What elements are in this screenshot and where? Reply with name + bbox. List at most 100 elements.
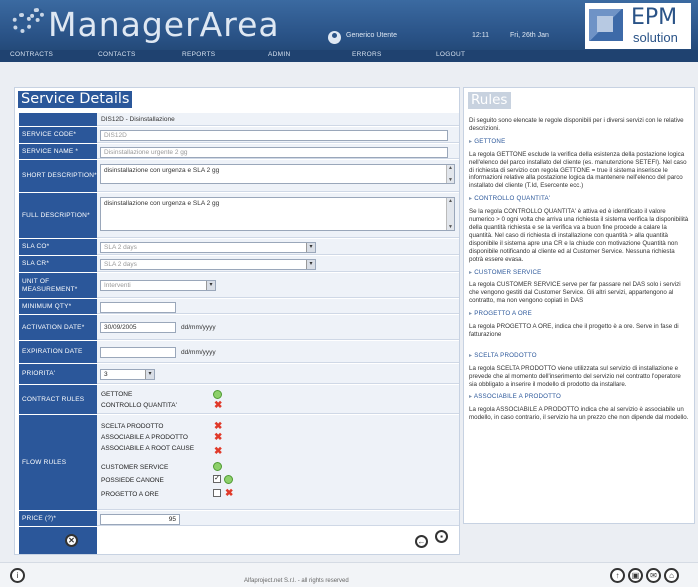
short-description-textarea[interactable]: disinstallazione con urgenza e SLA 2 gg — [100, 164, 455, 184]
short-description-label: SHORT DESCRIPTION* — [22, 172, 97, 179]
rule-associabile-root-cause: ASSOCIABILE A ROOT CAUSE — [101, 445, 195, 452]
chevron-down-icon[interactable]: ▾ — [306, 243, 315, 252]
flow-rules-row: FLOW RULES SCELTA PRODOTTO ✖ ASSOCIABILE… — [19, 415, 459, 511]
rules-panel: Rules Di seguito sono elencate le regole… — [463, 87, 695, 524]
actions-row: ← ▪ — [19, 527, 459, 554]
unit-select[interactable]: Interventi ▾ — [100, 280, 216, 291]
activation-date-row: ACTIVATION DATE* 30/09/2005 dd/mm/yyyy — [19, 315, 459, 341]
chevron-down-icon[interactable]: ▾ — [145, 370, 154, 379]
sla-cr-select[interactable]: SLA 2 days ▾ — [100, 259, 316, 270]
rule-heading-associabile-prodotto: ASSOCIABILE A PRODOTTO — [469, 393, 690, 401]
service-code-row: SERVICE CODE* DIS12D — [19, 127, 459, 144]
rule-controllo-quantita: CONTROLLO QUANTITA' — [101, 402, 177, 409]
app-header: ManagerArea Generico Utente 12:11 Fri, 2… — [0, 0, 698, 50]
sla-co-select[interactable]: SLA 2 days ▾ — [100, 242, 316, 253]
full-description-textarea[interactable]: disinstallazione con urgenza e SLA 2 gg — [100, 197, 455, 231]
rule-possiede-canone: POSSIEDE CANONE — [101, 477, 164, 484]
cross-icon: ✖ — [214, 446, 223, 457]
nav-contacts[interactable]: CONTACTS — [98, 51, 136, 58]
nav-reports[interactable]: REPORTS — [182, 51, 215, 58]
short-description-row: SHORT DESCRIPTION* disinstallazione con … — [19, 160, 459, 193]
rule-text-scelta-prodotto: La regola SCELTA PRODOTTO viene utilizza… — [469, 364, 681, 388]
sla-cr-row: SLA CR* SLA 2 days ▾ — [19, 256, 459, 273]
print-icon[interactable]: ▣ — [628, 568, 643, 583]
user-name: Generico Utente — [346, 32, 397, 39]
small-gear-logo-icon — [30, 8, 44, 22]
priority-row: PRIORITA' 3 ▾ — [19, 364, 459, 385]
short-description-text: disinstallazione con urgenza e SLA 2 gg — [104, 167, 220, 174]
price-row: PRICE (?)* 95 — [19, 511, 459, 527]
service-details-panel: Service Details DIS12D - Disinstallazion… — [14, 87, 460, 555]
possiede-canone-checkbox[interactable]: ✓ — [213, 475, 221, 483]
save-disk-icon[interactable]: ▪ — [435, 530, 448, 543]
clock-time: 12:11 — [472, 32, 489, 39]
expiration-date-input[interactable] — [100, 347, 176, 358]
sla-cr-value: SLA 2 days — [104, 261, 137, 268]
rule-text-progetto-a-ore: La regola PROGETTO A ORE, indica che il … — [469, 323, 679, 338]
expiration-date-row: EXPIRATION DATE dd/mm/yyyy — [19, 341, 459, 364]
service-code-label: SERVICE CODE* — [22, 131, 77, 138]
full-description-label: FULL DESCRIPTION* — [22, 211, 90, 219]
sla-co-value: SLA 2 days — [104, 244, 137, 251]
rules-title: Rules — [468, 92, 512, 109]
priority-select[interactable]: 3 ▾ — [100, 369, 155, 380]
service-name-row: SERVICE NAME * Disinstallazione urgente … — [19, 144, 459, 160]
rule-heading-scelta-prodotto: SCELTA PRODOTTO — [469, 352, 690, 360]
home-icon[interactable]: ⌂ — [664, 568, 679, 583]
copyright: Alfaproject.net S.r.l. - all rights rese… — [244, 578, 349, 584]
nav-contracts[interactable]: CONTRACTS — [10, 51, 53, 58]
footer: i Alfaproject.net S.r.l. - all rights re… — [0, 562, 698, 587]
info-icon[interactable]: i — [10, 568, 25, 583]
nav-errors[interactable]: ERRORS — [352, 51, 382, 58]
gear-logo-icon — [12, 13, 32, 33]
short-description-scrollbar[interactable] — [446, 165, 454, 183]
rules-intro: Di seguito sono elencate le regole dispo… — [469, 117, 684, 132]
full-description-row: FULL DESCRIPTION* disinstallazione con u… — [19, 193, 459, 239]
rule-text-gettone: La regola GETTONE esclude la verifica de… — [469, 150, 687, 190]
service-caption: DIS12D - Disinstallazione — [101, 116, 175, 123]
user-icon — [328, 31, 341, 44]
chevron-down-icon[interactable]: ▾ — [306, 260, 315, 269]
rule-scelta-prodotto: SCELTA PRODOTTO — [101, 423, 164, 430]
check-circle-icon — [213, 390, 222, 399]
price-input[interactable]: 95 — [100, 514, 180, 525]
back-arrow-icon[interactable]: ← — [415, 535, 428, 548]
nav-logout[interactable]: LOGOUT — [436, 51, 465, 58]
full-description-text: disinstallazione con urgenza e SLA 2 gg — [104, 200, 220, 207]
brand-sub: solution — [633, 30, 678, 45]
minimum-qty-input[interactable] — [100, 302, 176, 313]
sla-cr-label: SLA CR* — [22, 260, 50, 267]
rule-progetto-a-ore: PROGETTO A ORE — [101, 491, 159, 498]
rule-heading-gettone: GETTONE — [469, 138, 690, 146]
rule-text-associabile-prodotto: La regola ASSOCIABILE A PRODOTTO indica … — [469, 406, 689, 422]
contract-rules-label: CONTRACT RULES — [22, 395, 85, 403]
up-arrow-icon[interactable]: ↑ — [610, 568, 625, 583]
mail-icon[interactable]: ✉ — [646, 568, 661, 583]
chevron-down-icon[interactable]: ▾ — [206, 281, 215, 290]
service-name-input[interactable]: Disinstallazione urgente 2 gg — [100, 147, 448, 158]
expiration-date-label: EXPIRATION DATE — [22, 348, 83, 355]
contract-rules-row: CONTRACT RULES GETTONE CONTROLLO QUANTIT… — [19, 385, 459, 415]
cube-logo-icon — [589, 9, 623, 41]
current-date: Fri, 26th Jan — [510, 32, 549, 39]
cross-icon: ✖ — [214, 421, 223, 432]
app-title: ManagerArea — [48, 5, 280, 44]
rule-customer-service: CUSTOMER SERVICE — [101, 464, 169, 471]
caption-row: DIS12D - Disinstallazione — [19, 113, 459, 127]
sla-co-label: SLA CO* — [22, 243, 50, 250]
service-code-input[interactable]: DIS12D — [100, 130, 448, 141]
cancel-x-icon[interactable]: ✕ — [65, 534, 78, 547]
full-description-scrollbar[interactable] — [446, 198, 454, 230]
rule-heading-controllo-quantita: CONTROLLO QUANTITA' — [469, 195, 690, 203]
rule-text-controllo-quantita: Se la regola CONTROLLO QUANTITA' è attiv… — [469, 208, 689, 263]
price-label: PRICE (?)* — [22, 514, 57, 522]
rule-heading-progetto-a-ore: PROGETTO A ORE — [469, 310, 690, 318]
minimum-qty-label: MINIMUM QTY* — [22, 302, 72, 310]
priority-label: PRIORITA' — [22, 370, 56, 377]
unit-label: UNIT OF MEASUREMENT* — [22, 277, 78, 293]
brand-logo: EPM solution — [585, 3, 691, 49]
activation-date-input[interactable]: 30/09/2005 — [100, 322, 176, 333]
unit-row: UNIT OF MEASUREMENT* Interventi ▾ — [19, 273, 459, 299]
progetto-a-ore-checkbox[interactable] — [213, 489, 221, 497]
nav-admin[interactable]: ADMIN — [268, 51, 290, 58]
